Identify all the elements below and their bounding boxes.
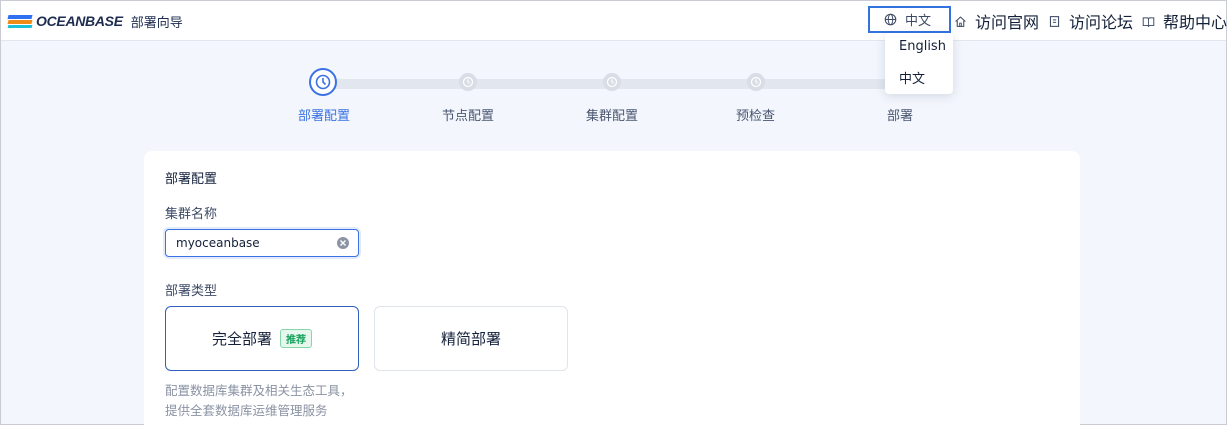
nav-forum-label: 访问论坛: [1069, 13, 1134, 32]
nav-help-center[interactable]: 帮助中心: [1142, 12, 1227, 32]
language-current: 中文: [905, 14, 932, 29]
language-option-english[interactable]: English: [899, 39, 946, 57]
forum-icon: [1049, 15, 1060, 27]
deploy-type-lite-label: 精简部署: [440, 330, 501, 348]
deploy-config-card: 部署配置 集群名称 部署类型 完全部署 推荐 精简部署 配置数据库集群及相关生态…: [144, 151, 1080, 425]
book-icon: [1142, 16, 1155, 27]
wizard-steps: 部署配置 节点配置 集群配置 预检查 部署: [1, 61, 1226, 131]
step-3-clock-icon: [603, 73, 621, 91]
deploy-type-full-label: 完全部署: [211, 330, 272, 348]
step-4-label: 预检查: [736, 109, 776, 124]
deploy-type-label: 部署类型: [165, 284, 218, 299]
nav-official-site-label: 访问官网: [975, 13, 1040, 32]
cluster-name-label: 集群名称: [165, 207, 218, 222]
clear-input-icon[interactable]: [337, 237, 349, 249]
section-title: 部署配置: [165, 172, 218, 187]
language-switcher-button[interactable]: 中文: [868, 6, 951, 33]
step-2-label: 节点配置: [442, 109, 495, 124]
nav-forum[interactable]: 访问论坛: [1048, 12, 1134, 32]
oceanbase-logo-icon: [7, 14, 33, 28]
logo[interactable]: OCEANBASE 部署向导: [7, 11, 183, 31]
deploy-type-lite[interactable]: 精简部署: [374, 306, 568, 371]
app-subtitle: 部署向导: [130, 15, 183, 31]
top-header: OCEANBASE 部署向导 中文 访问官网 访问论坛 帮助中心: [1, 1, 1227, 41]
step-1-label: 部署配置: [298, 109, 351, 124]
deploy-type-description-line-1: 配置数据库集群及相关生态工具，: [165, 383, 353, 398]
deploy-type-description-line-2: 提供全套数据库运维管理服务: [165, 403, 328, 418]
language-option-chinese[interactable]: 中文: [899, 68, 925, 87]
nav-official-site[interactable]: 访问官网: [954, 12, 1040, 32]
brand-name: OCEANBASE: [36, 13, 123, 29]
step-3-label: 集群配置: [586, 109, 639, 124]
step-2-clock-icon: [459, 73, 477, 91]
globe-icon: [884, 13, 897, 26]
step-4-clock-icon: [747, 73, 765, 91]
nav-help-center-label: 帮助中心: [1163, 13, 1227, 32]
language-dropdown: English 中文: [885, 33, 953, 94]
recommended-badge: 推荐: [280, 329, 312, 348]
home-icon: [955, 15, 966, 27]
deploy-type-full[interactable]: 完全部署 推荐: [165, 306, 359, 371]
cluster-name-input[interactable]: [165, 229, 359, 257]
step-1-clock-icon: [309, 68, 337, 96]
step-5-label: 部署: [887, 109, 914, 124]
